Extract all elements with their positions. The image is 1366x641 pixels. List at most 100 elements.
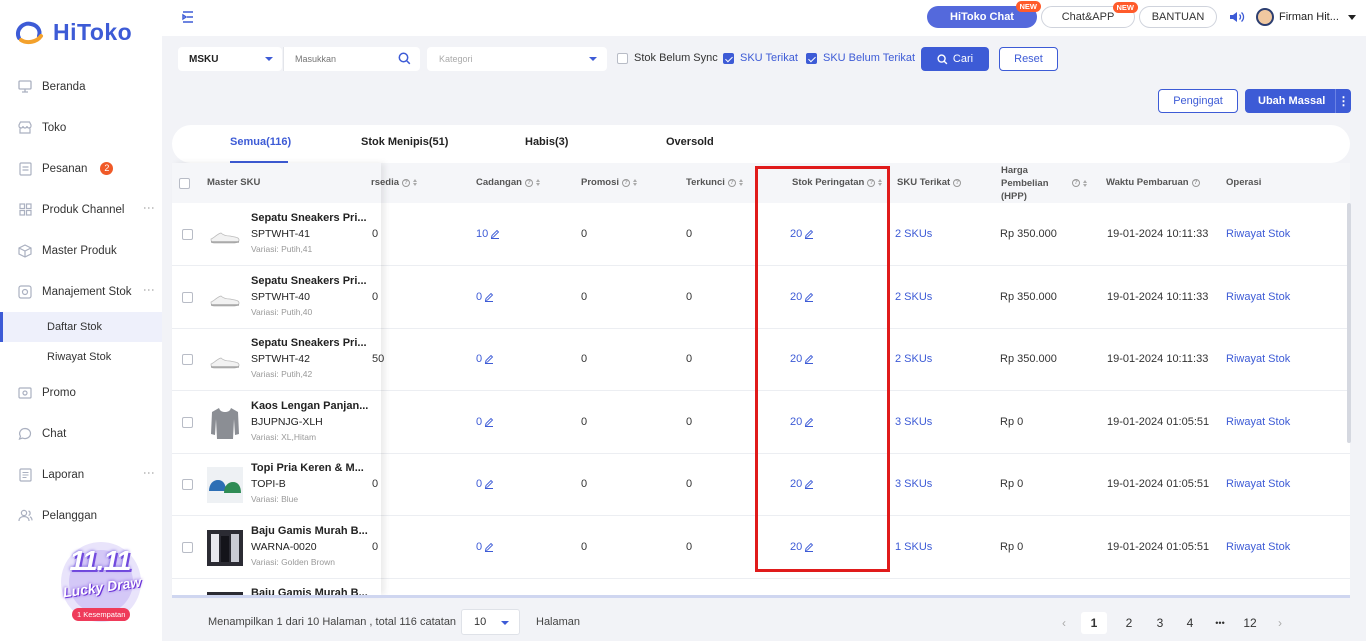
riwayat-stok-link[interactable]: Riwayat Stok xyxy=(1226,478,1290,490)
edit-icon[interactable] xyxy=(484,479,494,490)
bantuan-button[interactable]: BANTUAN xyxy=(1139,6,1217,28)
edit-icon[interactable] xyxy=(484,354,494,365)
table-row[interactable]: Baju Gamis Murah B... xyxy=(172,578,1350,595)
tab-oversold[interactable]: Oversold xyxy=(666,136,714,148)
stok-belum-sync-checkbox[interactable]: Stok Belum Sync xyxy=(617,52,718,64)
search-input[interactable] xyxy=(295,54,395,64)
sidebar-subitem-daftar-stok[interactable]: Daftar Stok xyxy=(0,312,162,342)
product-name[interactable]: Baju Gamis Murah B... xyxy=(251,587,371,595)
col-promosi[interactable]: Promosi? xyxy=(581,177,638,188)
sidebar-item-manajement-stok[interactable]: Manajement Stok ⋮ xyxy=(0,271,162,312)
vertical-scrollbar[interactable] xyxy=(1347,203,1351,443)
tab-habis[interactable]: Habis(3) xyxy=(525,136,568,148)
sidebar-item-produk-channel[interactable]: Produk Channel ⋮ xyxy=(0,189,162,230)
row-checkbox[interactable] xyxy=(182,416,193,428)
next-page-button[interactable]: › xyxy=(1267,612,1293,634)
edit-icon[interactable] xyxy=(484,292,494,302)
sort-icon[interactable] xyxy=(1083,179,1087,187)
sku-belum-terikat-checkbox[interactable]: SKU Belum Terikat xyxy=(806,52,915,64)
cell-sku-terikat[interactable]: 2 SKUs xyxy=(895,228,932,240)
collapse-menu-icon[interactable] xyxy=(181,10,195,24)
sidebar-item-chat[interactable]: Chat xyxy=(0,413,162,454)
riwayat-stok-link[interactable]: Riwayat Stok xyxy=(1226,416,1290,428)
tab-stok-menipis[interactable]: Stok Menipis(51) xyxy=(361,136,448,148)
cell-cadangan[interactable]: 10 xyxy=(476,228,500,240)
chat-app-button[interactable]: Chat&APP NEW xyxy=(1041,2,1138,28)
page-button[interactable]: 1 xyxy=(1081,612,1107,634)
more-icon[interactable]: ⋮ xyxy=(142,202,156,214)
row-checkbox[interactable] xyxy=(182,229,193,240)
sidebar-item-master-produk[interactable]: Master Produk xyxy=(0,230,162,271)
riwayat-stok-link[interactable]: Riwayat Stok xyxy=(1226,541,1290,553)
col-cadangan[interactable]: Cadangan? xyxy=(476,177,540,188)
product-name[interactable]: Sepatu Sneakers Pri... xyxy=(251,337,371,349)
row-checkbox[interactable] xyxy=(182,291,193,303)
cell-cadangan[interactable]: 0 xyxy=(476,353,494,365)
category-select[interactable]: Kategori xyxy=(427,47,607,71)
hitoko-chat-button[interactable]: HiToko Chat NEW xyxy=(927,1,1041,28)
product-name[interactable]: Sepatu Sneakers Pri... xyxy=(251,212,371,224)
sku-terikat-checkbox[interactable]: SKU Terikat xyxy=(723,52,798,64)
product-name[interactable]: Topi Pria Keren & M... xyxy=(251,462,371,474)
sidebar-item-promo[interactable]: Promo xyxy=(0,372,162,413)
select-all-checkbox[interactable] xyxy=(179,178,190,189)
ubah-massal-button[interactable]: Ubah Massal ⋮ xyxy=(1245,89,1351,113)
sort-icon[interactable] xyxy=(413,179,417,186)
checkbox[interactable] xyxy=(723,52,734,64)
cell-sku-terikat[interactable]: 3 SKUs xyxy=(895,416,932,428)
cell-sku-terikat[interactable]: 2 SKUs xyxy=(895,353,932,365)
page-size-select[interactable]: 10 xyxy=(461,609,520,635)
sidebar-item-beranda[interactable]: Beranda xyxy=(0,66,162,107)
riwayat-stok-link[interactable]: Riwayat Stok xyxy=(1226,353,1290,365)
more-icon[interactable]: ⋮ xyxy=(142,284,156,296)
page-button[interactable]: 2 xyxy=(1116,612,1142,634)
user-menu[interactable]: Firman Hit... xyxy=(1256,8,1356,26)
col-terkunci[interactable]: Terkunci? xyxy=(686,177,743,188)
product-name[interactable]: Sepatu Sneakers Pri... xyxy=(251,275,371,287)
cell-cadangan[interactable]: 0 xyxy=(476,416,494,428)
field-select[interactable]: MSKU xyxy=(178,47,282,71)
info-icon[interactable]: ? xyxy=(727,178,736,187)
row-checkbox[interactable] xyxy=(182,541,193,553)
hitoko-logo[interactable]: HiToko xyxy=(13,16,132,48)
page-button[interactable]: 12 xyxy=(1237,612,1263,634)
checkbox[interactable] xyxy=(617,52,628,64)
sort-icon[interactable] xyxy=(738,179,743,186)
horizontal-scrollbar[interactable] xyxy=(172,595,1350,598)
page-button[interactable]: 4 xyxy=(1177,612,1203,634)
pagination-ellipsis[interactable]: ••• xyxy=(1207,612,1233,634)
row-checkbox[interactable] xyxy=(182,479,193,490)
pengingat-button[interactable]: Pengingat xyxy=(1158,89,1238,113)
info-icon[interactable]: ? xyxy=(953,178,962,187)
riwayat-stok-link[interactable]: Riwayat Stok xyxy=(1226,291,1290,303)
cell-cadangan[interactable]: 0 xyxy=(476,478,494,490)
sidebar-item-pesanan[interactable]: Pesanan 2 xyxy=(0,148,162,189)
speaker-icon[interactable] xyxy=(1229,10,1245,24)
reset-button[interactable]: Reset xyxy=(999,47,1058,71)
row-checkbox[interactable] xyxy=(182,354,193,365)
page-button[interactable]: 3 xyxy=(1147,612,1173,634)
cell-sku-terikat[interactable]: 2 SKUs xyxy=(895,291,932,303)
info-icon[interactable]: ? xyxy=(1072,179,1080,187)
cari-button[interactable]: Cari xyxy=(921,47,989,71)
col-harga-pembelian[interactable]: Harga Pembelian (HPP) ? xyxy=(1001,163,1087,203)
product-name[interactable]: Kaos Lengan Panjan... xyxy=(251,400,371,412)
sidebar-item-pelanggan[interactable]: Pelanggan xyxy=(0,495,162,536)
sort-icon[interactable] xyxy=(535,179,540,186)
info-icon[interactable]: ? xyxy=(524,178,533,187)
info-icon[interactable]: ? xyxy=(622,178,631,187)
more-icon[interactable]: ⋮ xyxy=(142,467,156,479)
tab-semua[interactable]: Semua(116) xyxy=(230,136,291,163)
lucky-draw-promo[interactable]: 11.11 Lucky Draw 1 Kesempatan xyxy=(54,537,148,627)
cell-cadangan[interactable]: 0 xyxy=(476,291,494,303)
product-name[interactable]: Baju Gamis Murah B... xyxy=(251,525,371,537)
cell-sku-terikat[interactable]: 1 SKUs xyxy=(895,541,932,553)
sidebar-item-laporan[interactable]: Laporan ⋮ xyxy=(0,454,162,495)
riwayat-stok-link[interactable]: Riwayat Stok xyxy=(1226,228,1290,240)
edit-icon[interactable] xyxy=(484,542,494,552)
edit-icon[interactable] xyxy=(484,417,494,427)
edit-icon[interactable] xyxy=(490,229,500,240)
checkbox[interactable] xyxy=(806,52,817,64)
prev-page-button[interactable]: ‹ xyxy=(1051,612,1077,634)
col-tersedia[interactable]: rsedia? xyxy=(371,177,417,188)
